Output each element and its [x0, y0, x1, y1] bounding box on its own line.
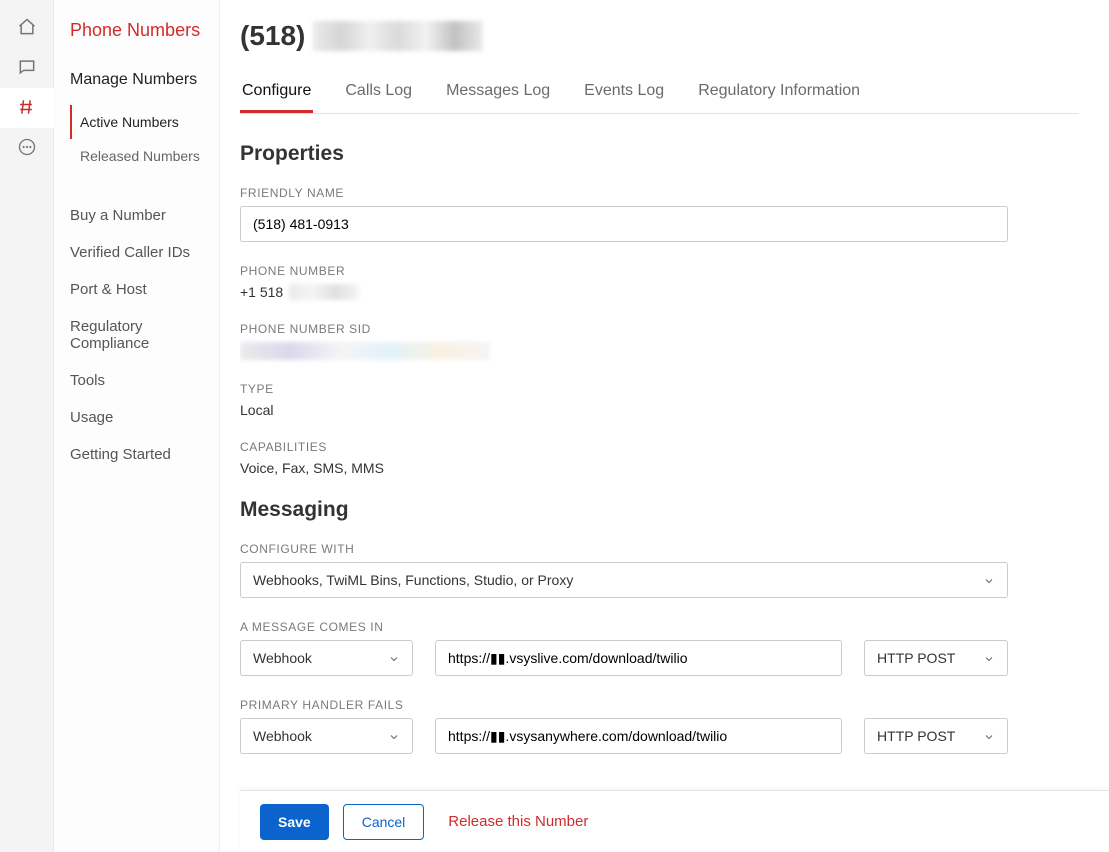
- home-icon: [17, 17, 37, 40]
- cancel-button[interactable]: Cancel: [343, 804, 425, 840]
- primary-handler-fails-label: PRIMARY HANDLER FAILS: [240, 698, 1079, 712]
- friendly-name-label: FRIENDLY NAME: [240, 186, 1079, 200]
- page-title-redacted: [313, 21, 483, 51]
- footer-bar: Save Cancel Release this Number: [240, 790, 1109, 852]
- page-title-prefix: (518): [240, 20, 305, 52]
- save-button[interactable]: Save: [260, 804, 329, 840]
- chevron-down-icon: [983, 730, 995, 742]
- sidebar-item-port-host[interactable]: Port & Host: [70, 271, 219, 308]
- tab-configure[interactable]: Configure: [240, 72, 313, 113]
- message-comes-in-label: A MESSAGE COMES IN: [240, 620, 1079, 634]
- incoming-method-value: HTTP POST: [877, 650, 955, 666]
- incoming-type-value: Webhook: [253, 650, 312, 666]
- phone-number-group: PHONE NUMBER +1 518: [240, 264, 1079, 300]
- more-icon: [17, 137, 37, 160]
- incoming-method-select[interactable]: HTTP POST: [864, 640, 1008, 676]
- tab-events-log[interactable]: Events Log: [582, 72, 666, 113]
- incoming-url-input[interactable]: [435, 640, 842, 676]
- tab-regulatory-info[interactable]: Regulatory Information: [696, 72, 862, 113]
- configure-with-label: CONFIGURE WITH: [240, 542, 1079, 556]
- sidebar-item-active-numbers[interactable]: Active Numbers: [70, 105, 219, 139]
- messaging-heading: Messaging: [240, 498, 1079, 522]
- chevron-down-icon: [388, 730, 400, 742]
- properties-heading: Properties: [240, 142, 1079, 166]
- configure-with-value: Webhooks, TwiML Bins, Functions, Studio,…: [253, 572, 573, 588]
- rail-home[interactable]: [0, 8, 54, 48]
- friendly-name-input[interactable]: [240, 206, 1008, 242]
- sidebar-item-released-numbers[interactable]: Released Numbers: [70, 139, 219, 173]
- chevron-down-icon: [388, 652, 400, 664]
- capabilities-value: Voice, Fax, SMS, MMS: [240, 460, 1079, 476]
- fallback-url-input[interactable]: [435, 718, 842, 754]
- sidebar-item-verified-caller-ids[interactable]: Verified Caller IDs: [70, 234, 219, 271]
- main-content: (518) Configure Calls Log Messages Log E…: [240, 0, 1109, 852]
- friendly-name-group: FRIENDLY NAME: [240, 186, 1079, 242]
- fallback-method-value: HTTP POST: [877, 728, 955, 744]
- rail-chat[interactable]: [0, 48, 54, 88]
- sid-label: PHONE NUMBER SID: [240, 322, 1079, 336]
- sid-group: PHONE NUMBER SID: [240, 322, 1079, 360]
- message-comes-in-group: A MESSAGE COMES IN Webhook HTTP POST: [240, 620, 1079, 676]
- tab-calls-log[interactable]: Calls Log: [343, 72, 414, 113]
- sid-redacted: [240, 342, 490, 360]
- sidebar-item-getting-started[interactable]: Getting Started: [70, 436, 219, 473]
- sidebar-heading[interactable]: Manage Numbers: [70, 71, 219, 89]
- chevron-down-icon: [983, 652, 995, 664]
- fallback-method-select[interactable]: HTTP POST: [864, 718, 1008, 754]
- fallback-type-value: Webhook: [253, 728, 312, 744]
- phone-number-redacted: [289, 284, 359, 300]
- tab-messages-log[interactable]: Messages Log: [444, 72, 552, 113]
- sidebar-title: Phone Numbers: [70, 20, 219, 41]
- chevron-down-icon: [983, 574, 995, 586]
- chat-icon: [17, 57, 37, 80]
- configure-with-group: CONFIGURE WITH Webhooks, TwiML Bins, Fun…: [240, 542, 1079, 598]
- sidebar-item-tools[interactable]: Tools: [70, 362, 219, 399]
- incoming-type-select[interactable]: Webhook: [240, 640, 413, 676]
- sidebar-item-regulatory[interactable]: Regulatory Compliance: [70, 308, 219, 362]
- fallback-type-select[interactable]: Webhook: [240, 718, 413, 754]
- release-number-link[interactable]: Release this Number: [448, 813, 588, 830]
- sidebar-item-buy-number[interactable]: Buy a Number: [70, 197, 219, 234]
- hash-icon: [16, 97, 36, 120]
- type-value: Local: [240, 402, 1079, 418]
- capabilities-group: CAPABILITIES Voice, Fax, SMS, MMS: [240, 440, 1079, 476]
- capabilities-label: CAPABILITIES: [240, 440, 1079, 454]
- page-title: (518): [240, 20, 1079, 52]
- sidebar-item-usage[interactable]: Usage: [70, 399, 219, 436]
- tabs: Configure Calls Log Messages Log Events …: [240, 72, 1079, 114]
- icon-rail: [0, 0, 54, 852]
- phone-number-label: PHONE NUMBER: [240, 264, 1079, 278]
- rail-hash[interactable]: [0, 88, 54, 128]
- type-group: TYPE Local: [240, 382, 1079, 418]
- phone-number-value: +1 518: [240, 284, 1079, 300]
- configure-with-select[interactable]: Webhooks, TwiML Bins, Functions, Studio,…: [240, 562, 1008, 598]
- type-label: TYPE: [240, 382, 1079, 396]
- sidebar: Phone Numbers Manage Numbers Active Numb…: [54, 0, 220, 852]
- rail-more[interactable]: [0, 128, 54, 168]
- phone-number-prefix: +1 518: [240, 284, 283, 300]
- primary-handler-fails-group: PRIMARY HANDLER FAILS Webhook HTTP POST: [240, 698, 1079, 754]
- sidebar-submenu: Active Numbers Released Numbers: [70, 105, 219, 173]
